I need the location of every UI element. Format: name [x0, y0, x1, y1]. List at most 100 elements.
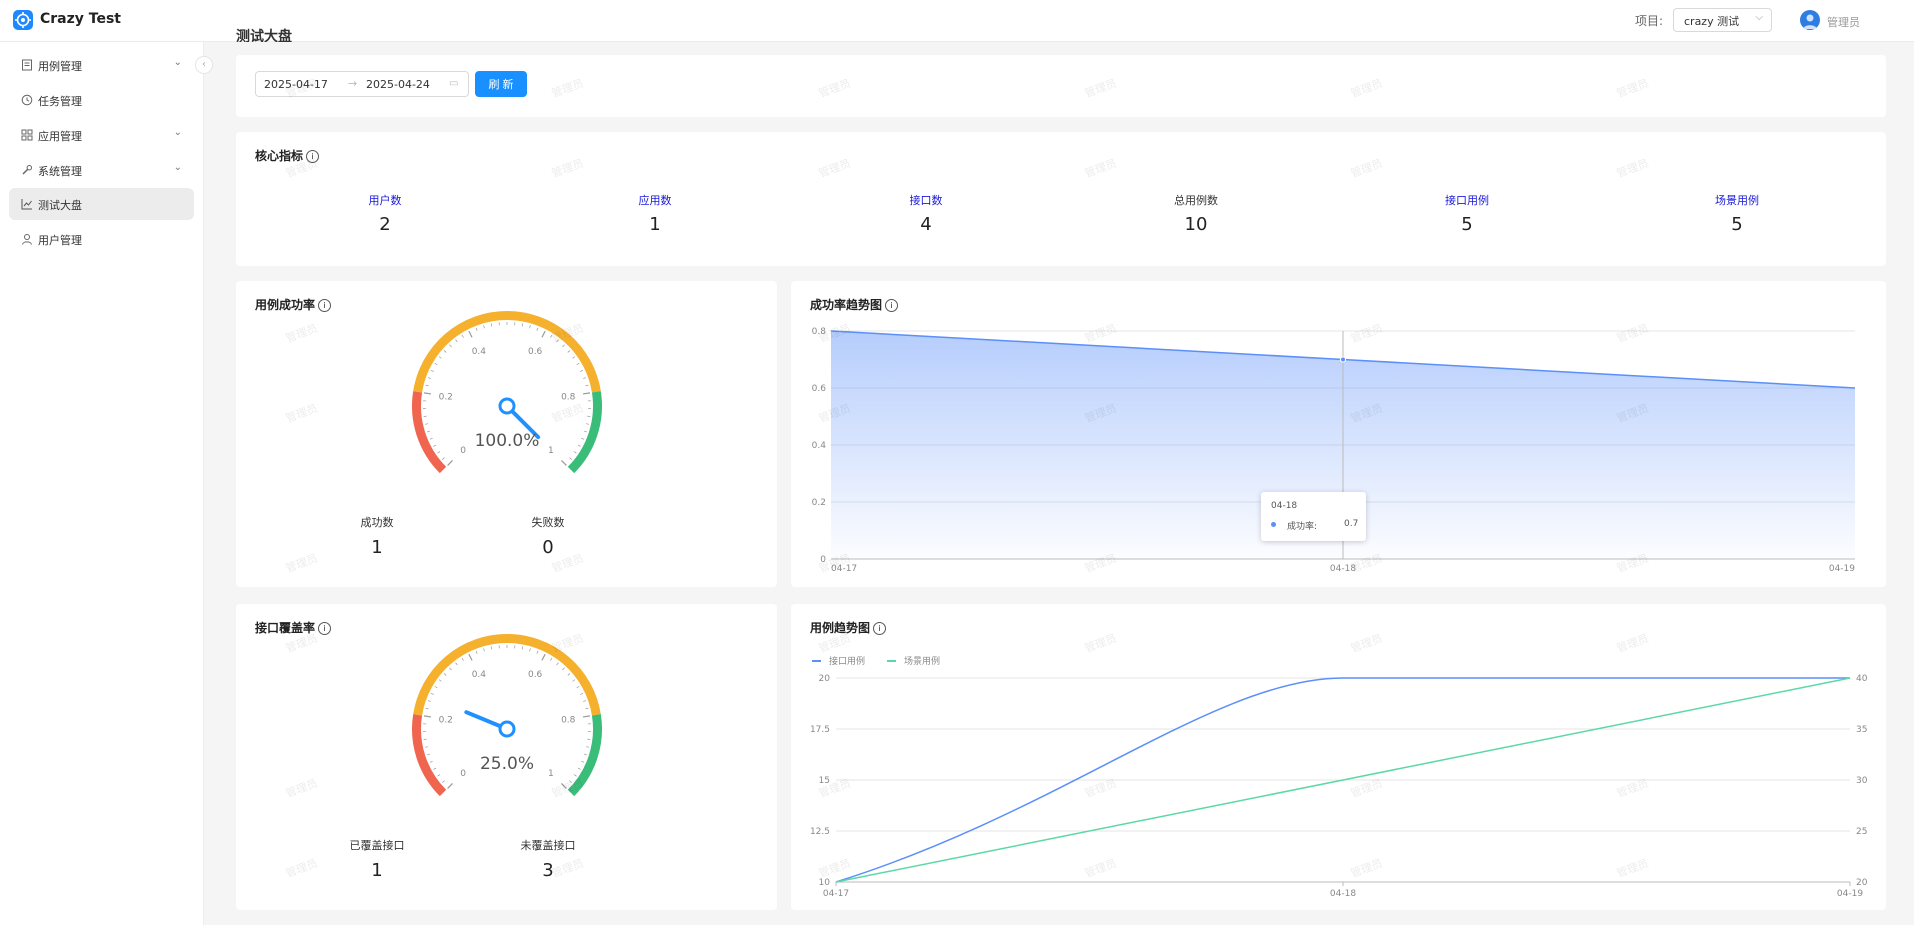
start-date-input[interactable]: 2025-04-17	[264, 78, 328, 91]
x-tick-label: 04-19	[1837, 889, 1863, 899]
fail-count-stat: 失败数 0	[488, 514, 608, 558]
refresh-button[interactable]: 刷 新	[475, 71, 527, 97]
gauge-tick	[433, 444, 437, 447]
success-rate-card: 用例成功率 i 0 0.2 0.4 0.6 0.8 1 100.0% 成功数 1 失败数 0	[236, 281, 777, 587]
sidebar-item-system-management[interactable]: 系统管理 ⌄	[9, 154, 194, 186]
covered-stat: 已覆盖接口 1	[317, 837, 437, 881]
gauge-tick	[521, 323, 524, 327]
gauge-tick	[577, 444, 581, 447]
gauge-tick	[567, 673, 571, 676]
sidebar-item-app-management[interactable]: 应用管理 ⌄	[9, 119, 194, 151]
metric-label[interactable]: 接口用例	[1397, 192, 1537, 208]
metric-value: 5	[1731, 214, 1743, 235]
gauge-tick	[433, 767, 437, 770]
gauge-tick-label: 0	[460, 769, 466, 779]
case-trend-card: 用例趋势图 i 10 12.5 15 17.5 20 20 25 30 35 40 04-17 04-1…	[791, 604, 1886, 910]
gauge-tick	[561, 783, 567, 789]
success-trend-card: 成功率趋势图 i 0 0.2 0.4 0.6 0.8 04-17 04-18 04-19 04-…	[791, 281, 1886, 587]
sidebar-item-task-management[interactable]: 任务管理	[9, 84, 194, 116]
metric-label: 总用例数	[1174, 194, 1218, 207]
chevron-down-icon: ⌄	[173, 57, 182, 68]
coverage-title: 接口覆盖率	[255, 621, 316, 635]
uncovered-stat: 未覆盖接口 3	[488, 837, 608, 881]
metric-label[interactable]: 场景用例	[1667, 192, 1807, 208]
gauge-tick	[541, 653, 546, 661]
core-metrics-title: 核心指标	[255, 149, 304, 163]
stat-label: 未覆盖接口	[520, 839, 576, 852]
gauge-tick	[437, 451, 441, 454]
sidebar-item-user-management[interactable]: 用户管理	[9, 223, 194, 255]
end-date-input[interactable]: 2025-04-24	[366, 78, 430, 91]
gauge-tick	[449, 667, 452, 671]
success-count-stat: 成功数 1	[317, 514, 437, 558]
gauge-tick	[573, 451, 577, 454]
metric-scene-cases: 场景用例 5	[1667, 192, 1807, 235]
case-trend-chart[interactable]: 10 12.5 15 17.5 20 20 25 30 35 40 04-17 04-18 04-19 接…	[791, 604, 1886, 910]
stat-value: 3	[542, 860, 554, 881]
metric-apps: 应用数 1	[585, 192, 725, 235]
avatar[interactable]	[1800, 10, 1820, 30]
gauge-tick	[438, 356, 442, 359]
chevron-down-icon: ⌵	[1755, 12, 1763, 23]
gauge-tick	[541, 330, 546, 338]
gauge-tick	[582, 715, 591, 718]
gauge-tick	[556, 339, 559, 343]
metric-value: 5	[1461, 214, 1473, 235]
sidebar-item-label: 应用管理	[38, 130, 82, 143]
gauge-tick	[585, 707, 589, 710]
gauge-tick	[556, 662, 559, 666]
sidebar-item-test-dashboard[interactable]: 测试大盘	[9, 188, 194, 220]
gauge-tick	[550, 657, 553, 661]
metric-label[interactable]: 应用数	[585, 192, 725, 208]
project-select[interactable]: crazy 测试 ⌵	[1673, 8, 1772, 32]
tooltip-marker	[1271, 522, 1276, 527]
gauge-tick	[455, 662, 458, 666]
user-icon	[21, 233, 33, 245]
gauge-tick	[536, 650, 539, 654]
y-right-tick-label: 40	[1856, 674, 1868, 684]
gauge-tick	[425, 384, 429, 387]
project-label: 项目:	[1635, 14, 1664, 28]
gauge-tick	[529, 648, 531, 652]
success-trend-chart[interactable]: 0 0.2 0.4 0.6 0.8 04-17 04-18 04-19	[791, 281, 1886, 587]
gauge-tick	[475, 650, 478, 654]
y-right-tick-label: 25	[1856, 827, 1867, 837]
metric-label[interactable]: 用户数	[315, 192, 455, 208]
x-tick-label: 04-18	[1330, 889, 1356, 899]
gauge-tick	[490, 646, 493, 650]
tooltip-value: 0.7	[1344, 519, 1359, 529]
username[interactable]: 管理员	[1827, 14, 1860, 30]
gauge-tick	[572, 679, 576, 682]
gauge-tick	[427, 700, 431, 702]
sidebar-item-label: 系统管理	[38, 165, 82, 178]
core-metrics-card: 核心指标 i 用户数 2 应用数 1 接口数 4 总用例数 10 接口用例 5 场…	[236, 132, 1886, 266]
gauge-tick	[427, 377, 431, 379]
x-tick-label: 04-17	[823, 889, 849, 899]
y-right-tick-label: 30	[1856, 776, 1868, 786]
y-tick-label: 0.2	[812, 498, 826, 508]
gauge-tick	[430, 692, 434, 695]
gauge-tick	[424, 423, 429, 425]
info-icon[interactable]: i	[306, 150, 320, 163]
chart-tooltip: 04-18 成功率: 0.7	[1261, 492, 1366, 541]
gauge-tick-label: 0.8	[561, 392, 576, 402]
metric-value: 2	[379, 214, 391, 235]
gauge-tick	[423, 715, 432, 718]
gauge-tick	[438, 679, 442, 682]
collapse-sidebar-button[interactable]: ‹	[195, 56, 213, 74]
metric-label[interactable]: 接口数	[856, 192, 996, 208]
app-title[interactable]: Crazy Test	[40, 11, 121, 27]
gauge-tick	[569, 457, 572, 460]
y-left-tick-label: 12.5	[810, 827, 830, 837]
y-tick-label: 0.6	[812, 384, 827, 394]
gauge-tick	[585, 746, 590, 748]
gauge-tick	[583, 700, 587, 702]
gauge-tick-label: 0.6	[528, 670, 543, 680]
sidebar-item-case-management[interactable]: 用例管理 ⌄	[9, 49, 194, 81]
gauge-tick-label: 1	[548, 769, 554, 779]
gauge-pointer-hub	[498, 397, 516, 415]
sidebar-item-label: 用例管理	[38, 60, 82, 73]
date-range-picker[interactable]: 2025-04-17 → 2025-04-24 ▭	[255, 71, 469, 97]
y-left-tick-label: 10	[819, 878, 831, 888]
coverage-gauge: 0 0.2 0.4 0.6 0.8 1 25.0%	[412, 634, 602, 797]
